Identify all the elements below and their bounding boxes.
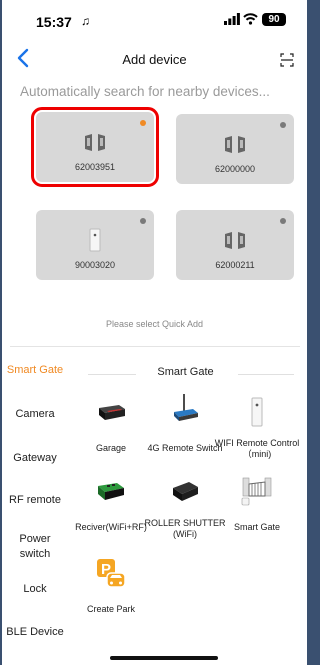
device-card[interactable]: 62000000 [176, 114, 294, 184]
device-code: 62000211 [215, 260, 255, 270]
gate-icon [85, 134, 105, 151]
remote-icon [89, 228, 101, 252]
product-label: WIFI Remote Control（mini) [214, 438, 300, 459]
gate-icon [225, 136, 245, 153]
section-title: Smart Gate [157, 366, 214, 378]
product-create-park[interactable]: P Create Park [66, 558, 156, 618]
search-status-text: Automatically search for nearby devices.… [20, 84, 270, 99]
product-smart-gate[interactable]: Smart Gate [212, 474, 302, 534]
roller-shutter-icon [173, 482, 198, 501]
status-dot [140, 120, 146, 126]
status-dot [280, 218, 286, 224]
device-code: 62003951 [74, 162, 116, 172]
device-card[interactable]: 90003020 [36, 210, 154, 280]
sidebar-item-ble-device[interactable]: BLE Device [2, 625, 68, 640]
parking-icon: P [97, 559, 126, 588]
status-dot [140, 218, 146, 224]
receiver-icon [98, 483, 124, 500]
signal-icon [224, 13, 240, 25]
product-wifi-remote[interactable]: WIFI Remote Control（mini) [212, 396, 302, 468]
status-dot [280, 122, 286, 128]
sliding-gate-icon [241, 477, 272, 506]
sidebar-item-gateway[interactable]: Gateway [2, 451, 68, 466]
device-card[interactable]: 62000211 [176, 210, 294, 280]
mute-bell-icon: ♫ [81, 14, 90, 28]
device-code: 90003020 [74, 260, 116, 270]
page-title: Add device [122, 52, 187, 67]
sidebar-item-smart-gate[interactable]: Smart Gate [2, 363, 68, 378]
section-line-right [238, 374, 294, 375]
section-header: Smart Gate [68, 366, 303, 382]
status-time: 15:37 [36, 14, 72, 30]
category-sidebar: Smart Gate Camera Gateway RF remote Powe… [2, 360, 68, 665]
sidebar-item-camera[interactable]: Camera [2, 407, 68, 422]
battery-indicator: 90 [262, 13, 286, 26]
4g-switch-icon [174, 394, 198, 421]
sidebar-item-power-switch[interactable]: Power switch [10, 532, 60, 562]
sidebar-item-rf-remote[interactable]: RF remote [2, 493, 68, 508]
screen: 15:37 ♫ 90 Add device Automatically sear… [2, 0, 307, 665]
device-card[interactable]: 62003951 [31, 107, 159, 187]
quick-add-hint: Please select Quick Add [105, 319, 204, 329]
wifi-icon [243, 13, 258, 25]
status-bar: 15:37 ♫ 90 [2, 0, 307, 36]
home-indicator[interactable] [110, 656, 218, 660]
gate-icon [225, 232, 245, 249]
remote-icon [251, 397, 263, 427]
nav-bar: Add device [2, 44, 307, 74]
sidebar-item-lock[interactable]: Lock [2, 582, 68, 597]
product-label: Smart Gate [233, 522, 280, 532]
device-code: 62000000 [214, 164, 256, 174]
divider [10, 346, 300, 347]
product-label: Create Park [86, 604, 136, 614]
scan-icon[interactable] [280, 53, 294, 67]
garage-controller-icon [99, 405, 125, 420]
